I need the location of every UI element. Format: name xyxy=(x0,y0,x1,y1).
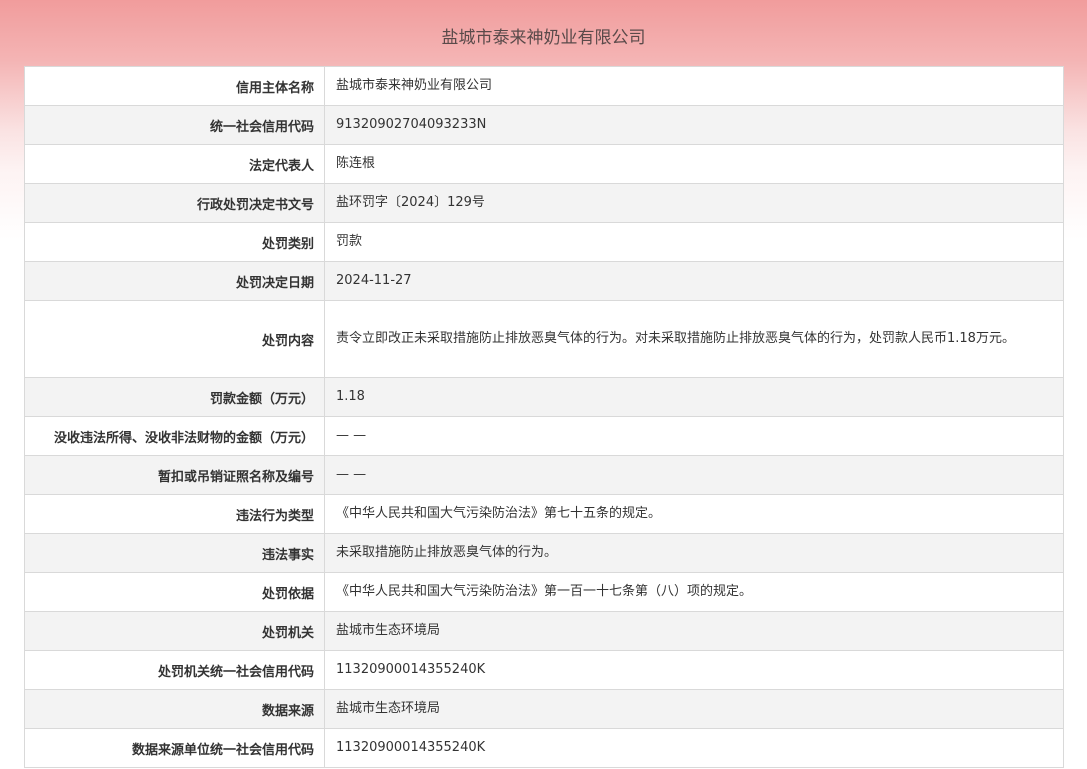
row-value: 《中华人民共和国大气污染防治法》第一百一十七条第（八）项的规定。 xyxy=(336,584,753,599)
row-label: 罚款金额（万元） xyxy=(25,378,325,416)
row-label: 处罚决定日期 xyxy=(25,262,325,300)
row-label: 数据来源单位统一社会信用代码 xyxy=(25,729,325,767)
table-row: 暂扣或吊销证照名称及编号 — — xyxy=(25,456,1063,495)
row-label: 没收违法所得、没收非法财物的金额（万元） xyxy=(25,417,325,455)
row-label: 处罚类别 xyxy=(25,223,325,261)
table-row: 处罚机关 盐城市生态环境局 xyxy=(25,612,1063,651)
table-row: 违法事实 未采取措施防止排放恶臭气体的行为。 xyxy=(25,534,1063,573)
page-title: 盐城市泰来神奶业有限公司 xyxy=(441,28,646,48)
row-value: 91320902704093233N xyxy=(336,117,487,132)
row-value: 罚款 xyxy=(336,234,363,249)
row-value: 盐城市生态环境局 xyxy=(336,623,441,638)
row-label: 信用主体名称 xyxy=(25,67,325,105)
row-value: 11320900014355240K xyxy=(336,740,486,755)
row-label: 处罚机关统一社会信用代码 xyxy=(25,651,325,689)
info-table: 信用主体名称 盐城市泰来神奶业有限公司 统一社会信用代码 91320902704… xyxy=(24,66,1064,768)
row-label: 统一社会信用代码 xyxy=(25,106,325,144)
table-row: 处罚决定日期 2024-11-27 xyxy=(25,262,1063,301)
row-label: 违法事实 xyxy=(25,534,325,572)
row-label: 数据来源 xyxy=(25,690,325,728)
table-row: 数据来源单位统一社会信用代码 11320900014355240K xyxy=(25,729,1063,768)
table-row: 违法行为类型 《中华人民共和国大气污染防治法》第七十五条的规定。 xyxy=(25,495,1063,534)
row-label: 暂扣或吊销证照名称及编号 xyxy=(25,456,325,494)
table-row: 处罚类别 罚款 xyxy=(25,223,1063,262)
table-row: 处罚内容 责令立即改正未采取措施防止排放恶臭气体的行为。对未采取措施防止排放恶臭… xyxy=(25,301,1063,378)
row-value: — — xyxy=(336,467,367,482)
row-value: 11320900014355240K xyxy=(336,662,486,677)
row-value: 盐环罚字〔2024〕129号 xyxy=(336,195,485,210)
row-value: 未采取措施防止排放恶臭气体的行为。 xyxy=(336,545,558,560)
row-value: 盐城市生态环境局 xyxy=(336,701,441,716)
row-value: — — xyxy=(336,428,367,443)
row-label: 处罚内容 xyxy=(25,301,325,377)
table-row: 信用主体名称 盐城市泰来神奶业有限公司 xyxy=(25,67,1063,106)
row-value: 盐城市泰来神奶业有限公司 xyxy=(336,78,493,93)
table-row: 处罚机关统一社会信用代码 11320900014355240K xyxy=(25,651,1063,690)
table-row: 罚款金额（万元） 1.18 xyxy=(25,378,1063,417)
table-row: 统一社会信用代码 91320902704093233N xyxy=(25,106,1063,145)
table-row: 数据来源 盐城市生态环境局 xyxy=(25,690,1063,729)
table-row: 行政处罚决定书文号 盐环罚字〔2024〕129号 xyxy=(25,184,1063,223)
table-row: 法定代表人 陈连根 xyxy=(25,145,1063,184)
row-value: 2024-11-27 xyxy=(336,273,412,288)
row-value: 《中华人民共和国大气污染防治法》第七十五条的规定。 xyxy=(336,506,662,521)
table-row: 没收违法所得、没收非法财物的金额（万元） — — xyxy=(25,417,1063,456)
row-label: 处罚机关 xyxy=(25,612,325,650)
table-row: 处罚依据 《中华人民共和国大气污染防治法》第一百一十七条第（八）项的规定。 xyxy=(25,573,1063,612)
row-value: 陈连根 xyxy=(336,156,376,171)
row-label: 法定代表人 xyxy=(25,145,325,183)
row-label: 违法行为类型 xyxy=(25,495,325,533)
row-value: 责令立即改正未采取措施防止排放恶臭气体的行为。对未采取措施防止排放恶臭气体的行为… xyxy=(336,331,1015,346)
row-label: 行政处罚决定书文号 xyxy=(25,184,325,222)
row-value: 1.18 xyxy=(336,389,365,404)
row-label: 处罚依据 xyxy=(25,573,325,611)
